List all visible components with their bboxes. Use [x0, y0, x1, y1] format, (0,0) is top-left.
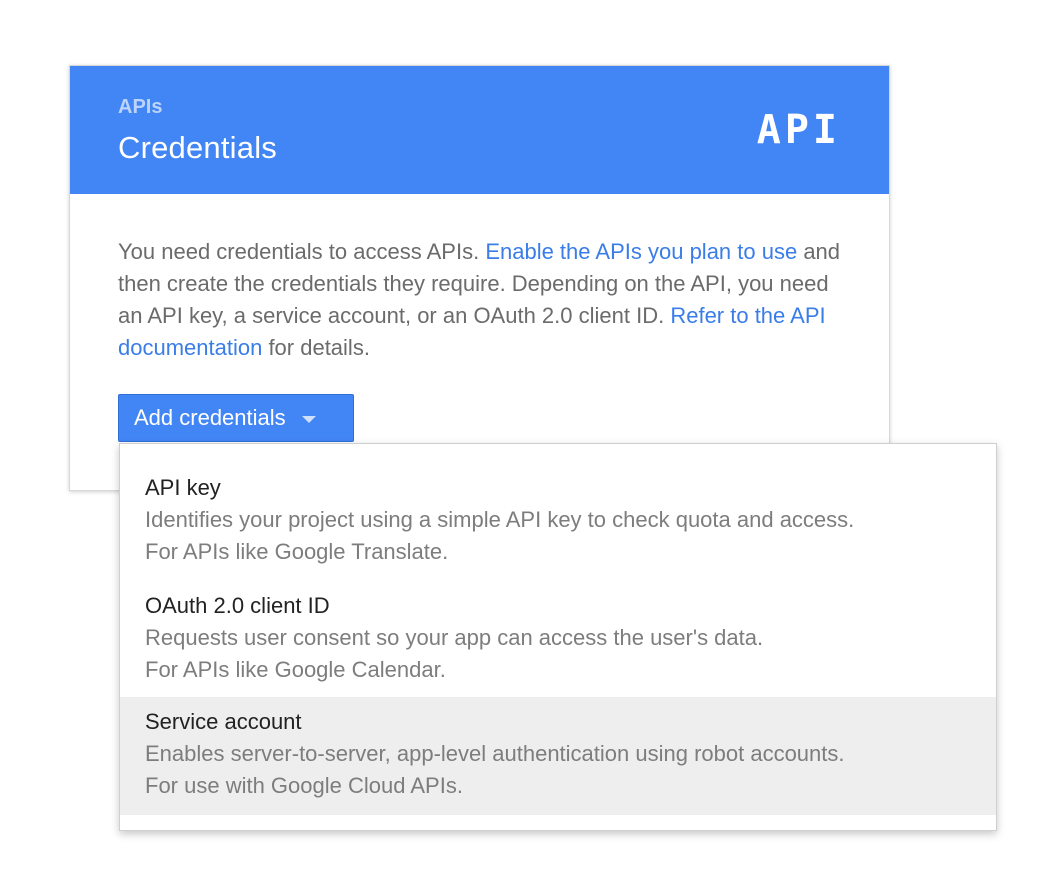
intro-paragraph: You need credentials to access APIs. Ena…	[118, 236, 848, 364]
intro-text-3: for details.	[262, 335, 370, 360]
header-kicker: APIs	[118, 96, 163, 118]
api-logo-icon: API	[756, 107, 841, 153]
menu-item-title: OAuth 2.0 client ID	[145, 593, 330, 618]
card-header: APIs Credentials API	[70, 66, 889, 194]
menu-item-description: Enables server-to-server, app-level auth…	[145, 741, 845, 766]
enable-apis-link[interactable]: Enable the APIs you plan to use	[485, 239, 797, 264]
add-credentials-menu: API key Identifies your project using a …	[119, 443, 997, 831]
menu-item-service-account[interactable]: Service account Enables server-to-server…	[120, 697, 996, 815]
add-credentials-label: Add credentials	[134, 405, 286, 430]
credentials-card: APIs Credentials API You need credential…	[69, 65, 890, 491]
intro-text-1: You need credentials to access APIs.	[118, 239, 486, 264]
menu-item-title: Service account	[145, 709, 302, 734]
menu-item-description: Identifies your project using a simple A…	[145, 507, 855, 532]
menu-item-description: For APIs like Google Calendar.	[145, 657, 446, 682]
caret-down-icon	[301, 415, 316, 423]
page-title: Credentials	[118, 130, 278, 165]
menu-item-title: API key	[145, 475, 221, 500]
menu-item-api-key[interactable]: API key Identifies your project using a …	[120, 444, 996, 564]
menu-item-description: For use with Google Cloud APIs.	[145, 773, 463, 798]
add-credentials-button[interactable]: Add credentials	[118, 394, 354, 442]
menu-item-description: Requests user consent so your app can ac…	[145, 625, 764, 650]
menu-item-oauth-client-id[interactable]: OAuth 2.0 client ID Requests user consen…	[120, 562, 996, 682]
